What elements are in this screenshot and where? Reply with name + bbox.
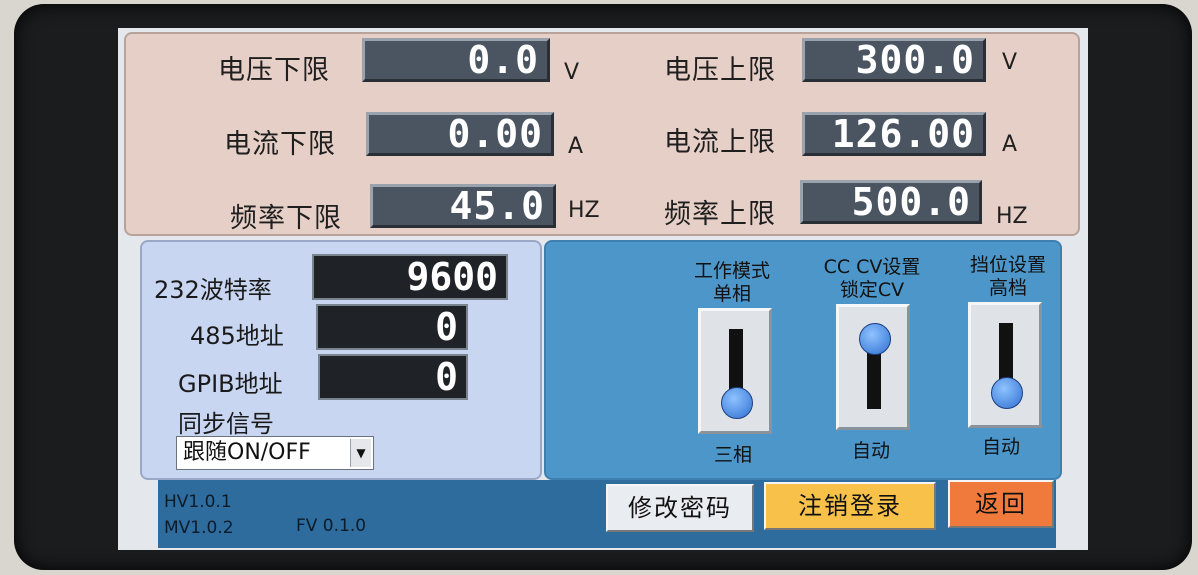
voltage-high-unit: V	[1002, 50, 1018, 75]
current-low-field[interactable]: 0.00	[366, 112, 554, 156]
limits-panel: 电压下限 0.0 V 电压上限 300.0 V 电流下限 0.00 A 电流上限…	[124, 32, 1080, 236]
hardware-version: HV1.0.1	[164, 492, 232, 512]
voltage-high-label: 电压上限	[664, 55, 776, 86]
change-password-button[interactable]: 修改密码	[606, 484, 754, 532]
mode-switch[interactable]	[698, 308, 772, 434]
switch-knob[interactable]	[859, 323, 891, 355]
gpib-label: GPIB地址	[178, 370, 283, 398]
freq-high-label: 频率上限	[664, 199, 776, 230]
switch-knob[interactable]	[991, 377, 1023, 409]
freq-low-field[interactable]: 45.0	[370, 184, 556, 228]
current-high-label: 电流上限	[664, 127, 776, 158]
cccv-switch-title: CC CV设置 锁定CV	[823, 256, 921, 301]
addr485-label: 485地址	[190, 322, 284, 350]
voltage-high-field[interactable]: 300.0	[802, 38, 986, 82]
switch-knob[interactable]	[721, 387, 753, 419]
baud-field[interactable]: 9600	[312, 254, 508, 300]
baud-label: 232波特率	[154, 276, 272, 304]
addr485-field[interactable]: 0	[316, 304, 468, 350]
sync-label: 同步信号	[178, 410, 274, 438]
range-switch-bottom-label: 自动	[981, 436, 1020, 458]
voltage-low-field[interactable]: 0.0	[362, 38, 550, 82]
current-high-unit: A	[1002, 132, 1018, 157]
freq-low-unit: HZ	[568, 198, 600, 223]
cccv-switch[interactable]	[836, 304, 910, 430]
hmi-screen: 电压下限 0.0 V 电压上限 300.0 V 电流下限 0.00 A 电流上限…	[118, 28, 1088, 550]
mode-switch-title: 工作模式 单相	[693, 260, 770, 305]
current-low-label: 电流下限	[224, 129, 336, 160]
sync-select[interactable]: 跟随ON/OFF ▼	[176, 436, 374, 470]
freq-high-unit: HZ	[996, 204, 1028, 229]
cccv-switch-bottom-label: 自动	[851, 440, 890, 462]
voltage-low-label: 电压下限	[218, 55, 330, 86]
range-switch[interactable]	[968, 302, 1042, 428]
freq-low-label: 频率下限	[230, 203, 342, 234]
gpib-field[interactable]: 0	[318, 354, 468, 400]
current-low-unit: A	[568, 134, 584, 159]
firmware-version: FV 0.1.0	[296, 516, 367, 536]
chevron-down-icon[interactable]: ▼	[350, 439, 371, 467]
sync-select-value: 跟随ON/OFF	[183, 440, 311, 465]
logout-button[interactable]: 注销登录	[764, 482, 936, 530]
mode-switch-bottom-label: 三相	[713, 444, 752, 466]
back-button[interactable]: 返回	[948, 480, 1054, 528]
voltage-low-unit: V	[564, 60, 580, 85]
current-high-field[interactable]: 126.00	[802, 112, 986, 156]
range-switch-title: 挡位设置 高档	[969, 254, 1046, 299]
main-version: MV1.0.2	[164, 518, 234, 538]
freq-high-field[interactable]: 500.0	[800, 180, 982, 224]
